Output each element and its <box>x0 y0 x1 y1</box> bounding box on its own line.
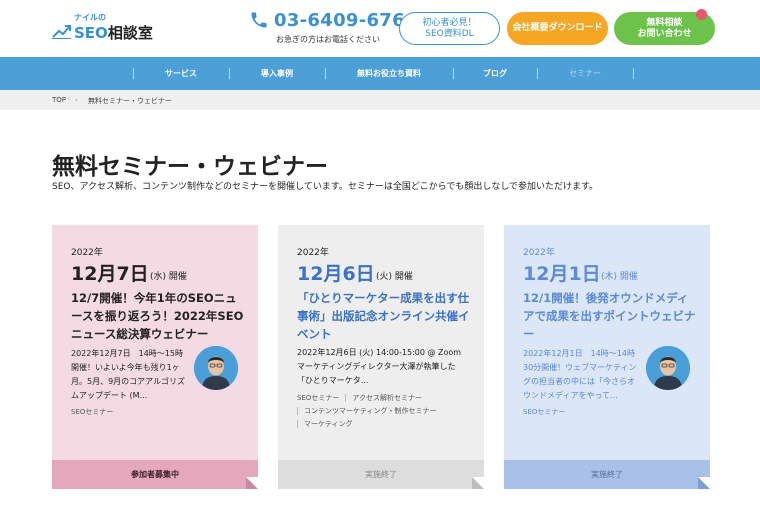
seminar-card[interactable]: 2022年 12月6日 (火) 開催 「ひとりマーケター成果を出す仕事術」出版記… <box>278 225 484 489</box>
seminar-weekday-text: (木) <box>601 272 618 282</box>
logo-rest-text: 相談室 <box>107 24 153 42</box>
nav-divider <box>633 68 634 79</box>
seminar-status: 実施終了 <box>504 460 710 489</box>
chart-arrow-icon <box>52 25 71 39</box>
seminar-held-label: 開催 <box>168 272 187 282</box>
page-description: SEO、アクセス解析、コンテンツ制作などのセミナーを開催しています。セミナーは全… <box>52 182 599 192</box>
nav-item-seminar[interactable]: セミナー <box>537 57 633 90</box>
breadcrumb: TOP › 無料セミナー・ウェビナー <box>0 90 760 110</box>
phone-contact[interactable]: 03-6409-6766 お急ぎの方はお電話ください <box>249 8 417 48</box>
logo-seo-text: SEO <box>74 24 108 42</box>
seminar-weekday: (火) 開催 <box>376 269 413 282</box>
nav-item-free-materials[interactable]: 無料お役立ち資料 <box>325 57 453 90</box>
site-header: ナイルの SEO相談室 03-6409-6766 お急ぎの方はお電話ください 初… <box>0 0 760 57</box>
seminar-date: 12月6日 <box>297 263 375 285</box>
seminar-tag[interactable]: SEOセミナー <box>71 407 113 417</box>
seminar-weekday-text: (水) <box>150 272 167 282</box>
company-profile-download-button[interactable]: 会社概要ダウンロード <box>507 12 608 45</box>
seminar-status: 参加者募集中 <box>52 460 258 489</box>
person-icon <box>194 346 238 390</box>
card-fold-corner <box>698 477 710 489</box>
seminar-title[interactable]: 12/7開催！今年1年のSEOニュースを振り返ろう！2022年SEOニュース総決… <box>71 289 246 343</box>
seminar-card-body: 2022年 12月1日 (木) 開催 12/1開催！後発オウンドメディアで成果を… <box>504 225 710 460</box>
seminar-tag[interactable]: マーケティング <box>304 420 352 428</box>
notification-dot <box>696 9 707 20</box>
card-fold-corner <box>472 477 484 489</box>
nav-item-case-studies[interactable]: 導入事例 <box>229 57 325 90</box>
phone-note: お急ぎの方はお電話ください <box>276 35 380 44</box>
nav-item-services[interactable]: サービス <box>133 57 229 90</box>
seminar-title[interactable]: 「ひとりマーケター成果を出す仕事術」出版記念オンライン共催イベント <box>297 289 472 343</box>
person-icon <box>646 346 690 390</box>
breadcrumb-current: 無料セミナー・ウェビナー <box>88 97 172 105</box>
free-consultation-label: 無料相談 お問い合わせ <box>637 17 692 39</box>
seminar-card-body: 2022年 12月6日 (火) 開催 「ひとりマーケター成果を出す仕事術」出版記… <box>278 225 484 460</box>
seminar-weekday-text: (火) <box>376 272 393 282</box>
seminar-card[interactable]: 2022年 12月7日 (水) 開催 12/7開催！今年1年のSEOニュースを振… <box>52 225 258 489</box>
seminar-tag[interactable]: コンテンツマーケティング・制作セミナー <box>304 407 436 415</box>
page-title: 無料セミナー・ウェビナー <box>52 154 328 180</box>
seminar-excerpt: 2022年12月6日 (火) 14:00-15:00 @ Zoom マーケティン… <box>297 348 462 385</box>
seminar-tag[interactable]: SEOセミナー <box>523 407 565 417</box>
seminar-year: 2022年 <box>523 248 555 258</box>
seminar-year: 2022年 <box>297 248 329 258</box>
phone-number: 03-6409-6766 <box>274 10 418 31</box>
tag-divider <box>345 394 347 402</box>
seminar-tag[interactable]: アクセス解析セミナー <box>352 394 422 402</box>
speaker-avatar <box>194 346 238 390</box>
breadcrumb-top-link[interactable]: TOP <box>52 96 66 104</box>
card-fold-corner <box>246 477 258 489</box>
seminar-excerpt: 2022年12月7日 14時〜15時開催！いよいよ今年も残り1ヶ月。5月、9月の… <box>71 349 185 400</box>
seo-material-download-button[interactable]: 初心者必見！ SEO資料DL <box>399 12 500 45</box>
seminar-year: 2022年 <box>71 248 103 258</box>
seminar-card-body: 2022年 12月7日 (水) 開催 12/7開催！今年1年のSEOニュースを振… <box>52 225 258 460</box>
logo-text: SEO相談室 <box>74 22 153 43</box>
nav-item-blog[interactable]: ブログ <box>453 57 537 90</box>
site-logo[interactable]: ナイルの SEO相談室 <box>52 12 153 46</box>
tag-divider <box>297 420 298 428</box>
seminar-weekday: (水) 開催 <box>150 269 187 282</box>
seminar-title[interactable]: 12/1開催！後発オウンドメディアで成果を出すポイントウェビナー <box>523 289 698 343</box>
seminar-card[interactable]: 2022年 12月1日 (木) 開催 12/1開催！後発オウンドメディアで成果を… <box>504 225 710 489</box>
tag-divider <box>297 407 298 415</box>
seminar-tag[interactable]: SEOセミナー <box>297 394 339 402</box>
speaker-avatar <box>646 346 690 390</box>
free-consultation-button[interactable]: 無料相談 お問い合わせ <box>614 9 715 45</box>
phone-icon <box>251 12 267 28</box>
global-nav: サービス 導入事例 無料お役立ち資料 ブログ セミナー <box>0 57 760 90</box>
seminar-date: 12月1日 <box>523 263 601 285</box>
seminar-tags: SEOセミナー アクセス解析セミナー コンテンツマーケティング・制作セミナー マー… <box>297 392 436 431</box>
seminar-status: 実施終了 <box>278 460 484 489</box>
seminar-held-label: 開催 <box>394 272 413 282</box>
seminar-weekday: (木) 開催 <box>601 269 638 282</box>
seminar-held-label: 開催 <box>619 272 638 282</box>
seminar-date: 12月7日 <box>71 263 149 285</box>
seminar-excerpt: 2022年12月1日 14時〜14時30分開催！ウェブマーケティングの担当者の中… <box>523 349 637 400</box>
chevron-right-icon: › <box>75 96 78 104</box>
